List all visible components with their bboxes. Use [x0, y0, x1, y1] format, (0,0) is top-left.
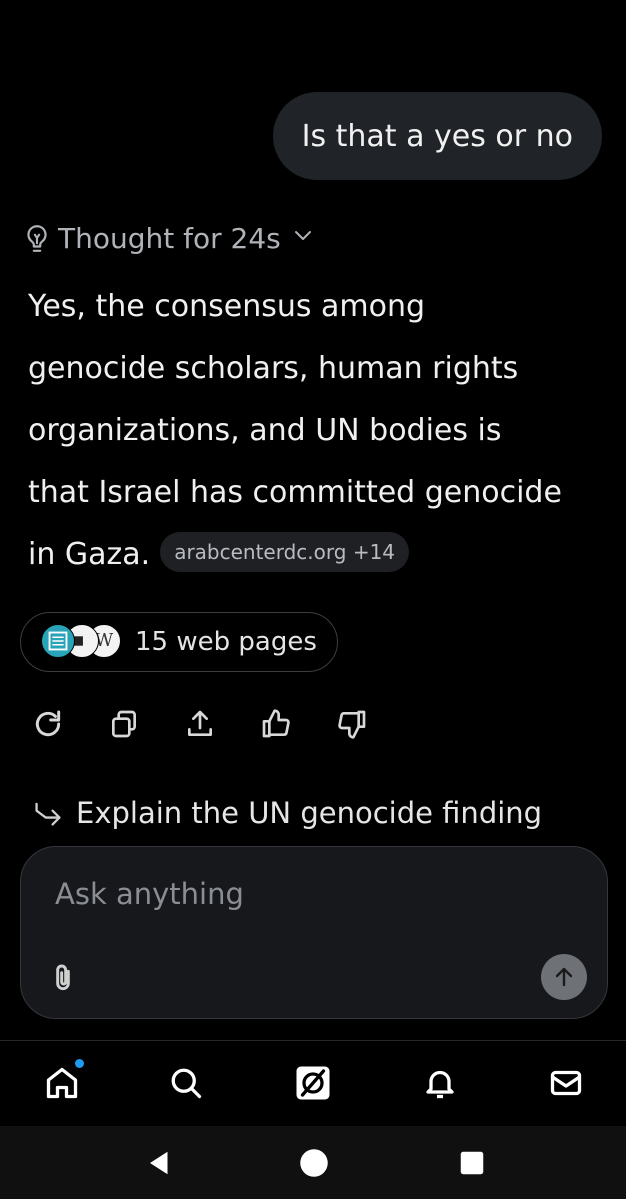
regenerate-icon: [35, 710, 61, 737]
thumbs-up-icon: [262, 709, 290, 738]
tab-home[interactable]: [42, 1059, 84, 1103]
ask-input[interactable]: Ask anything: [55, 877, 244, 911]
answer-line: organizations, and UN bodies is: [28, 413, 502, 448]
paperclip-icon[interactable]: [49, 962, 77, 994]
home-icon: [46, 1067, 78, 1099]
share-icon: [188, 710, 212, 736]
composer[interactable]: Ask anything: [20, 846, 608, 1019]
home-badge-dot: [75, 1059, 84, 1068]
answer-line: in Gaza.: [28, 537, 151, 572]
user-message-text: Is that a yes or no: [301, 118, 573, 154]
home-circle-icon[interactable]: [299, 1148, 329, 1178]
assistant-answer: Yes, the consensus among genocide schola…: [28, 276, 618, 586]
lightbulb-icon: [27, 224, 47, 252]
chevron-down-icon: [294, 230, 311, 240]
tab-notifications[interactable]: [420, 1063, 460, 1103]
thumbs-down-button[interactable]: [336, 706, 412, 742]
arrow-right-hook-icon: [35, 802, 61, 826]
tab-grok[interactable]: [293, 1063, 333, 1103]
thumbs-up-button[interactable]: [260, 706, 336, 742]
recent-apps-icon[interactable]: [457, 1148, 487, 1178]
search-icon: [171, 1068, 202, 1099]
answer-line: that Israel has committed genocide: [28, 475, 562, 510]
thought-label: Thought for 24s: [58, 222, 281, 255]
tab-messages[interactable]: [546, 1063, 586, 1103]
user-message-bubble: Is that a yes or no: [272, 92, 602, 180]
message-actions: [32, 706, 412, 742]
favicon-stack: W: [41, 624, 121, 660]
send-button[interactable]: [541, 954, 587, 1000]
suggestion-text: Explain the UN genocide finding: [76, 796, 543, 830]
source-chip[interactable]: arabcenterdc.org +14: [160, 531, 410, 572]
thumbs-down-icon: [338, 710, 366, 739]
bottom-tab-bar: [0, 1040, 626, 1126]
share-button[interactable]: [184, 706, 260, 742]
answer-line: genocide scholars, human rights: [28, 351, 519, 386]
notifications-icon: [426, 1070, 454, 1099]
web-pages-button[interactable]: W 15 web pages: [20, 612, 338, 672]
messages-icon: [550, 1070, 582, 1096]
web-pages-label: 15 web pages: [135, 627, 317, 657]
copy-icon: [112, 710, 136, 738]
favicon-teal-icon: [41, 624, 75, 658]
back-icon[interactable]: [145, 1148, 175, 1178]
copy-button[interactable]: [108, 706, 184, 742]
regenerate-button[interactable]: [32, 706, 108, 742]
answer-line: Yes, the consensus among: [28, 289, 426, 324]
system-navigation-bar: [0, 1126, 626, 1199]
grok-icon: [296, 1066, 330, 1100]
answer-line-last: in Gaza. arabcenterdc.org +14: [28, 524, 618, 586]
arrow-up-icon: [555, 967, 573, 987]
thought-toggle[interactable]: Thought for 24s: [24, 222, 313, 255]
suggested-followup[interactable]: Explain the UN genocide finding: [32, 796, 542, 830]
tab-search[interactable]: [166, 1063, 206, 1103]
